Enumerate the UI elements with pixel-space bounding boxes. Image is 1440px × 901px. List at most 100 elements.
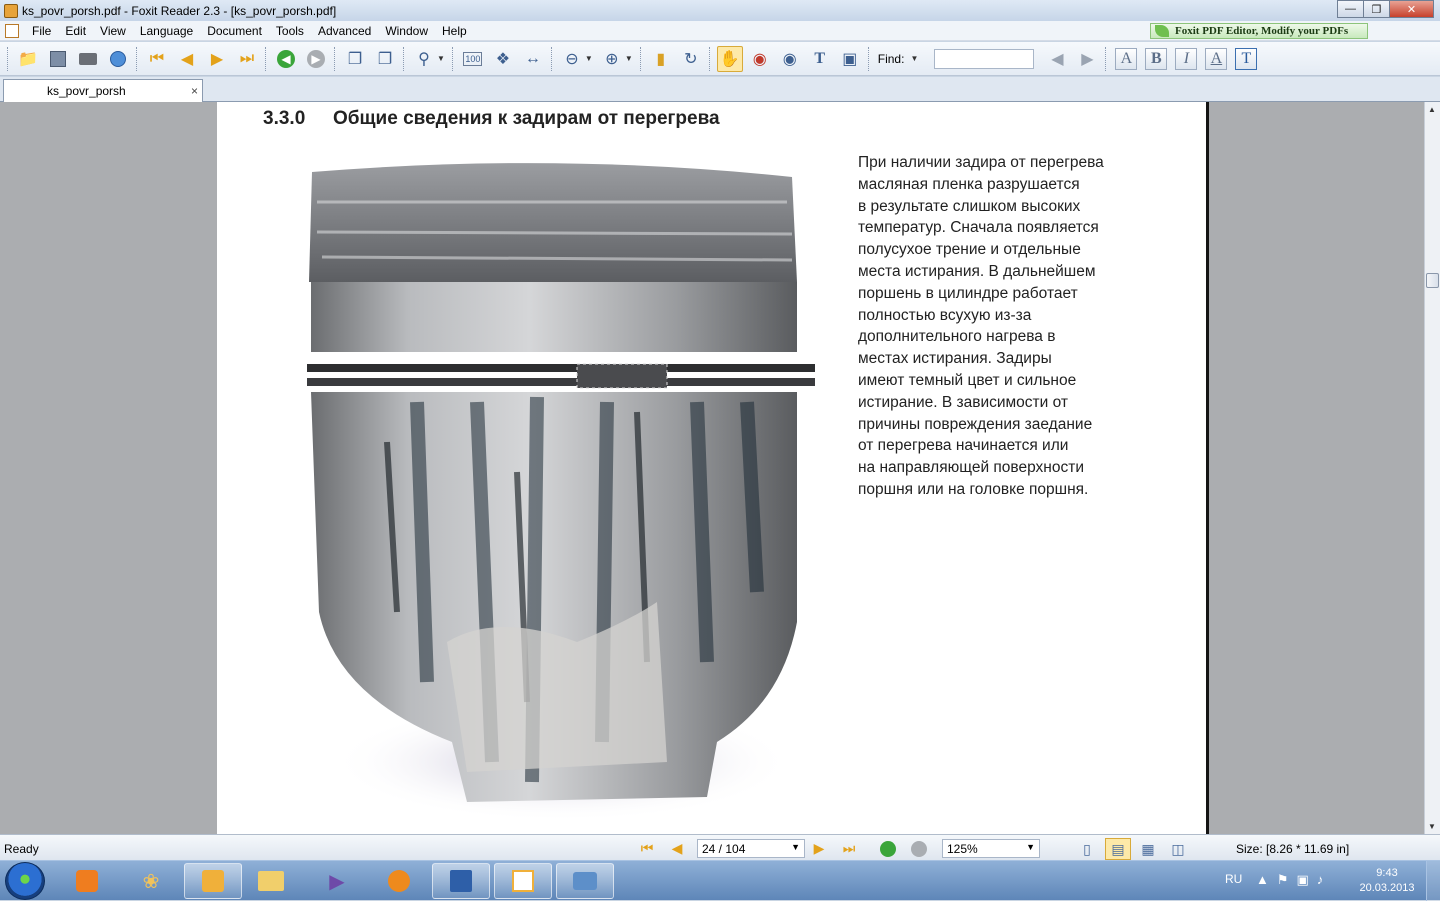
toolbar-grip[interactable] [136, 46, 139, 71]
bold-button[interactable]: B [1145, 47, 1168, 70]
pdf-page[interactable]: 3.3.0 Общие сведения к задирам от перегр… [217, 102, 1209, 834]
tab-ks-povr-porsh[interactable]: ks_povr_porsh × [3, 79, 203, 102]
taskbar-visual-studio[interactable]: ▶ [308, 863, 366, 899]
show-desktop-button[interactable] [1426, 861, 1440, 901]
network-status-icon[interactable]: ▣ [1297, 872, 1309, 888]
actual-size-button[interactable]: 100 [460, 46, 486, 72]
fit-page-button[interactable]: ❖ [490, 46, 516, 72]
back-button[interactable]: ◀ [273, 46, 299, 72]
find-options-arrow[interactable]: ▼ [910, 54, 918, 63]
chevron-down-icon[interactable]: ▼ [791, 842, 800, 852]
taskbar-network-app[interactable] [556, 863, 614, 899]
zoom-in-dropdown-arrow[interactable]: ▼ [625, 54, 633, 63]
zoom-out-button[interactable]: ⊖ [559, 46, 585, 72]
status-back-button[interactable] [880, 841, 896, 857]
italic-button[interactable]: I [1175, 47, 1198, 70]
menu-window[interactable]: Window [378, 24, 435, 38]
find-input[interactable] [934, 48, 1035, 69]
last-page-button[interactable]: ⏭ [234, 46, 260, 72]
scroll-down-icon[interactable]: ▼ [1428, 822, 1436, 831]
foxit-editor-banner[interactable]: Foxit PDF Editor, Modify your PDFs [1150, 23, 1368, 39]
continuous-facing-button[interactable]: ◫ [1165, 838, 1191, 860]
menu-file[interactable]: File [25, 24, 58, 38]
continuous-page-button[interactable]: ▤ [1105, 838, 1131, 860]
first-page-button[interactable]: ⏮ [144, 46, 170, 72]
menu-language[interactable]: Language [133, 24, 200, 38]
volume-icon[interactable]: ♪ [1317, 872, 1324, 888]
status-next-page-button[interactable]: ▶ [810, 840, 828, 856]
zoom-dropdown-arrow[interactable]: ▼ [437, 54, 445, 63]
copy-page-button[interactable]: ❐ [342, 46, 368, 72]
minimize-button[interactable]: — [1337, 0, 1364, 18]
taskbar-foxit-document[interactable] [494, 863, 552, 899]
show-hidden-icons-icon[interactable]: ▲ [1256, 872, 1269, 888]
menu-tools[interactable]: Tools [269, 24, 311, 38]
menu-edit[interactable]: Edit [58, 24, 93, 38]
scroll-thumb[interactable] [1426, 273, 1439, 288]
previous-page-button[interactable]: ◀ [174, 46, 200, 72]
facing-pages-button[interactable]: ▦ [1135, 838, 1161, 860]
toolbar-grip[interactable] [550, 46, 554, 71]
chevron-down-icon[interactable]: ▼ [1026, 842, 1035, 852]
vertical-scrollbar[interactable]: ▲ ▼ [1424, 102, 1440, 834]
toolbar-grip[interactable] [265, 46, 268, 71]
foxit-app-icon[interactable] [4, 3, 18, 18]
status-forward-button[interactable] [911, 841, 927, 857]
taskbar-clock[interactable]: 9:43 20.03.2013 [1356, 866, 1418, 896]
taskbar-media-player[interactable] [58, 863, 116, 899]
status-previous-page-button[interactable]: ◀ [668, 840, 686, 856]
toolbar-grip[interactable] [334, 46, 337, 71]
forward-button[interactable]: ▶ [303, 46, 329, 72]
zoom-out-dropdown-arrow[interactable]: ▼ [585, 54, 593, 63]
taskbar-explorer[interactable] [242, 863, 300, 899]
taskbar-word[interactable] [432, 863, 490, 899]
menu-view[interactable]: View [93, 24, 133, 38]
bookmark-button[interactable]: ▮ [648, 46, 674, 72]
single-page-button[interactable]: ▯ [1074, 838, 1100, 860]
document-menu-icon[interactable] [5, 23, 19, 38]
page-number-field[interactable]: 24 / 104 ▼ [697, 839, 805, 858]
close-button[interactable]: ✕ [1389, 0, 1434, 18]
toolbar-grip[interactable] [7, 46, 10, 71]
open-button[interactable]: 📁 [15, 46, 41, 72]
zoom-in-button[interactable]: ⚲ [411, 46, 437, 72]
taskbar-app-orange[interactable] [370, 863, 428, 899]
toolbar-grip[interactable] [708, 46, 712, 71]
menu-help[interactable]: Help [435, 24, 474, 38]
typewriter-button[interactable]: A [1115, 47, 1138, 70]
email-button[interactable] [105, 46, 131, 72]
toolbar-grip[interactable] [1105, 46, 1108, 71]
hand-tool-button[interactable]: ✋ [716, 45, 743, 72]
binoculars-button[interactable]: ◉ [777, 46, 803, 72]
start-button[interactable] [5, 862, 45, 900]
taskbar-foxit-reader[interactable] [184, 863, 242, 899]
reading-glasses-button[interactable]: ◉ [747, 46, 773, 72]
status-last-page-button[interactable]: ⏭ [840, 840, 858, 856]
find-previous-button[interactable]: ◀ [1044, 46, 1070, 72]
underline-button[interactable]: A [1205, 47, 1228, 70]
fit-width-button[interactable]: ↔ [520, 46, 546, 72]
document-workspace[interactable]: 3.3.0 Общие сведения к задирам от перегр… [0, 102, 1424, 834]
find-next-button[interactable]: ▶ [1074, 46, 1100, 72]
snapshot-button[interactable]: ▣ [837, 46, 863, 72]
toolbar-grip[interactable] [867, 46, 871, 71]
language-indicator[interactable]: RU [1225, 872, 1242, 886]
menu-document[interactable]: Document [200, 24, 269, 38]
status-first-page-button[interactable]: ⏮ [638, 840, 656, 856]
rotate-button[interactable]: ↻ [678, 46, 704, 72]
paste-page-button[interactable]: ❐ [372, 46, 398, 72]
print-button[interactable] [75, 46, 101, 72]
scroll-up-icon[interactable]: ▲ [1428, 105, 1436, 114]
save-button[interactable] [45, 46, 71, 72]
text-select-button[interactable]: T [807, 46, 833, 72]
toolbar-grip[interactable] [451, 46, 455, 71]
toolbar-grip[interactable] [639, 46, 643, 71]
toolbar-grip[interactable] [403, 46, 406, 71]
action-center-flag-icon[interactable]: ⚑ [1277, 872, 1289, 888]
zoom-level-field[interactable]: 125% ▼ [942, 839, 1040, 858]
zoom-in-circle-button[interactable]: ⊕ [599, 46, 625, 72]
textbox-button[interactable]: T [1235, 47, 1258, 70]
next-page-button[interactable]: ▶ [204, 46, 230, 72]
tab-close-icon[interactable]: × [191, 84, 198, 98]
restore-button[interactable]: ❐ [1363, 0, 1390, 18]
